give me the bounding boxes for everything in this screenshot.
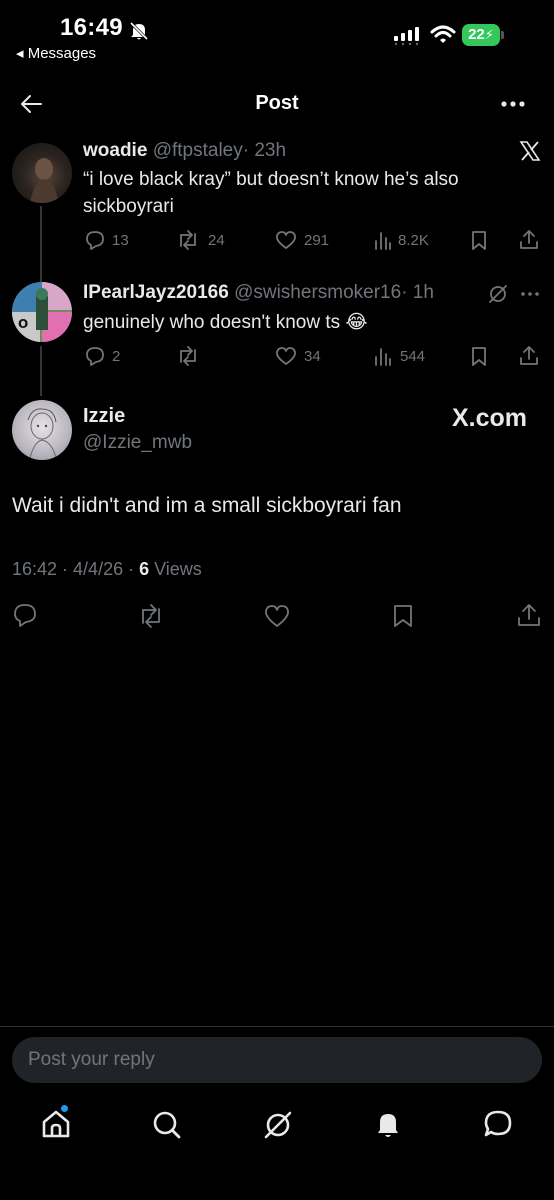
page-title: Post (255, 92, 299, 114)
battery-cap (501, 31, 504, 39)
bookmark-icon[interactable] (470, 345, 488, 367)
reply-divider (0, 1026, 554, 1027)
avatar-sketch (27, 408, 57, 459)
status-time: 16:49 (60, 14, 123, 41)
display-name[interactable]: woadie (83, 140, 147, 161)
wifi-icon (430, 25, 456, 43)
post-text: genuinely who doesn't know ts 😂 (83, 312, 368, 333)
share-icon[interactable] (516, 602, 542, 628)
reply-icon[interactable] (84, 345, 106, 367)
repost-icon[interactable] (176, 345, 200, 367)
home-icon[interactable] (40, 1108, 72, 1140)
post-meta: 16:42 · 4/4/26 · 6 Views (12, 559, 202, 580)
battery-indicator: 22⚡ (462, 24, 500, 46)
thread-connector (40, 206, 42, 282)
avatar-photo (30, 158, 58, 203)
notification-dot (61, 1105, 68, 1112)
share-icon[interactable] (518, 228, 540, 250)
cellular-signal-icon (394, 27, 419, 46)
like-count: 34 (304, 348, 321, 365)
bell-icon[interactable] (372, 1108, 404, 1140)
heart-icon[interactable] (274, 345, 298, 367)
handle[interactable]: @swishersmoker16 (234, 282, 401, 303)
reply-count: 13 (112, 232, 129, 249)
post-header: IPearlJayz20166 @swishersmoker16· 1h (83, 282, 434, 304)
heart-icon[interactable] (263, 603, 291, 629)
bookmark-icon[interactable] (392, 603, 414, 629)
x-logo-icon (519, 141, 541, 161)
display-name[interactable]: Izzie (83, 405, 125, 428)
handle[interactable]: @ftpstaley (153, 140, 243, 161)
views-chart-icon[interactable] (373, 345, 393, 367)
post-text: “i love black kray” but doesn’t know he’… (83, 169, 459, 217)
heart-icon[interactable] (274, 229, 298, 251)
like-count: 291 (304, 232, 330, 249)
more-horizontal-icon[interactable] (500, 98, 526, 110)
back-to-messages-link[interactable]: ◂ Messages (16, 44, 96, 62)
battery-level: 22 (468, 26, 485, 43)
reply-placeholder: Post your reply (28, 1049, 155, 1070)
views-label: Views (149, 559, 202, 579)
search-icon[interactable] (151, 1109, 183, 1141)
share-icon[interactable] (518, 344, 540, 366)
messages-icon[interactable] (482, 1108, 514, 1140)
bell-slash-icon (129, 21, 149, 41)
views-count: 544 (400, 348, 426, 365)
avatar-photo: O (12, 282, 72, 342)
reply-icon[interactable] (84, 229, 106, 251)
avatar-izzie[interactable] (12, 400, 72, 460)
grok-icon[interactable] (262, 1109, 294, 1141)
repost-icon[interactable] (176, 229, 200, 251)
more-horizontal-icon[interactable] (520, 290, 540, 298)
bookmark-icon[interactable] (470, 229, 488, 251)
handle[interactable]: @Izzie_mwb (83, 432, 192, 454)
post-time: · 1h (401, 282, 434, 303)
grok-icon[interactable] (487, 283, 509, 305)
post-time: · 23h (242, 140, 287, 161)
post-timestamp: 16:42 · 4/4/26 · (12, 559, 140, 579)
x-com-watermark: X.com (452, 404, 528, 432)
repost-icon[interactable] (137, 603, 165, 629)
views-chart-icon[interactable] (373, 229, 393, 251)
svg-text:O: O (18, 317, 28, 331)
avatar-ipearljayz[interactable]: O (12, 282, 72, 342)
thread-connector (40, 346, 42, 396)
avatar-woadie[interactable] (12, 143, 72, 203)
reply-count: 2 (112, 348, 121, 365)
main-post-text: Wait i didn't and im a small sickboyrari… (12, 494, 402, 517)
repost-count: 24 (208, 232, 225, 249)
post-header: woadie @ftpstaley· 23h (83, 140, 286, 162)
display-name[interactable]: IPearlJayz20166 (83, 282, 229, 303)
views-number: 6 (139, 559, 150, 579)
views-count: 8.2K (398, 232, 429, 249)
reply-icon[interactable] (12, 602, 38, 628)
